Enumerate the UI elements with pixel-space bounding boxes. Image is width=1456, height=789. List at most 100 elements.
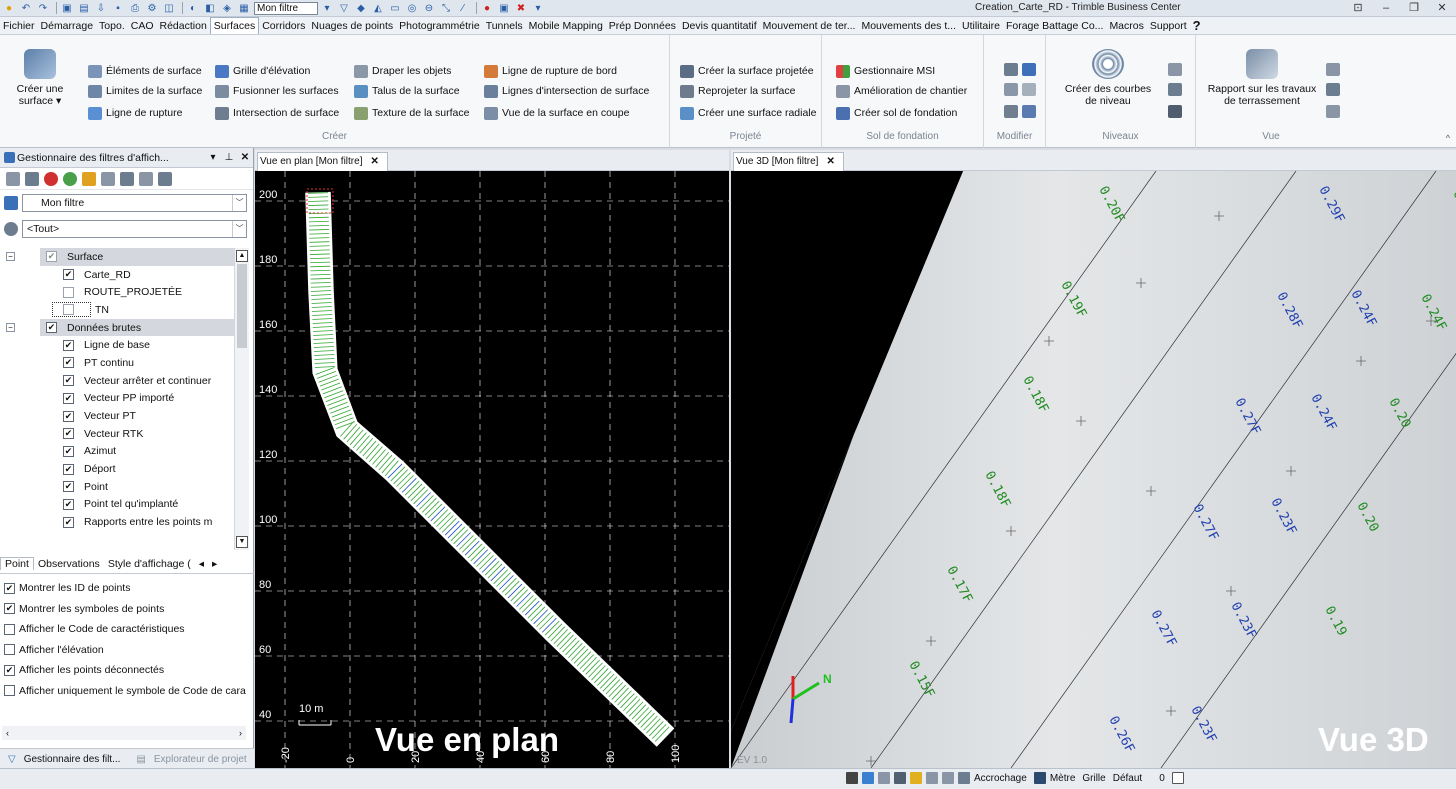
creer-surface-radiale-button[interactable]: Créer une surface radiale xyxy=(680,105,816,121)
option-show-elevation[interactable]: Afficher l'élévation xyxy=(0,640,254,661)
checkbox[interactable] xyxy=(63,463,74,475)
grid-label[interactable]: Grille xyxy=(1082,773,1105,784)
option-show-disconnected-points[interactable]: Afficher les points déconnectés xyxy=(0,660,254,681)
grid-icon[interactable] xyxy=(910,772,922,784)
display-filter-icon[interactable] xyxy=(139,171,153,186)
tree-item[interactable]: Vecteur arrêter et continuer xyxy=(0,372,234,390)
checkbox[interactable] xyxy=(63,304,74,316)
redo-icon[interactable]: ↷ xyxy=(36,1,50,15)
checkbox[interactable] xyxy=(63,286,74,298)
create-surface-button[interactable]: Créer une surface ▾ xyxy=(8,49,72,107)
checkbox[interactable] xyxy=(4,664,15,676)
scope-combo[interactable]: <Tout> ﹀ xyxy=(22,220,247,238)
tab-prev-icon[interactable]: ◂ xyxy=(195,558,208,570)
plan-view-canvas[interactable]: 200 180 160 140 120 100 80 60 40 -20 0 20 40 60 80 100 … xyxy=(255,171,729,768)
point-filter-icon[interactable] xyxy=(63,171,77,186)
3d-view-canvas[interactable]: 0.20F 0.19F 0.18F 0.18F 0.17F 0.15F 0.29F 0.28F… xyxy=(731,171,1456,768)
checkbox[interactable] xyxy=(63,516,74,528)
units-label[interactable]: Mètre xyxy=(1050,773,1076,784)
checkbox[interactable] xyxy=(46,251,57,263)
settings-gear-icon[interactable]: ⚙ xyxy=(145,1,159,15)
contour-tool-3-icon[interactable] xyxy=(1168,105,1182,118)
snap-layer-icon[interactable] xyxy=(894,772,906,784)
edit-filter-icon[interactable] xyxy=(25,171,39,186)
close-red-icon[interactable]: ✖ xyxy=(514,1,528,15)
checkbox[interactable] xyxy=(4,603,15,615)
panel-menu-icon[interactable]: ▾ xyxy=(205,152,221,163)
menu-nuages-de-points[interactable]: Nuages de points xyxy=(308,17,396,34)
sheet-icon[interactable]: ▭ xyxy=(388,1,402,15)
road-outline[interactable] xyxy=(305,191,675,747)
3d-view-icon[interactable]: ◈ xyxy=(220,1,234,15)
minimize-icon[interactable]: – xyxy=(1372,0,1400,17)
view-tool-2-icon[interactable] xyxy=(1326,83,1340,96)
checkbox[interactable] xyxy=(46,322,57,334)
3d-view-tab[interactable]: Vue 3D [Mon filtre] ✕ xyxy=(733,152,844,171)
filter-settings-icon[interactable] xyxy=(158,171,172,186)
elements-de-surface-button[interactable]: Éléments de surface xyxy=(88,63,202,79)
line-icon[interactable]: ⁄ xyxy=(456,1,470,15)
reprojeter-surface-button[interactable]: Reprojeter la surface xyxy=(680,83,795,99)
tab-project-explorer[interactable]: ▤ Explorateur de projet xyxy=(128,754,254,765)
tab-style-affichage[interactable]: Style d'affichage ( xyxy=(104,558,195,570)
tree-item[interactable]: PT continu xyxy=(0,354,234,372)
plan-view-icon[interactable]: ◧ xyxy=(203,1,217,15)
draper-objets-button[interactable]: Draper les objets xyxy=(354,63,451,79)
menu-forage-battage[interactable]: Forage Battage Co... xyxy=(1003,17,1106,34)
filter-manager-icon[interactable]: ◐ xyxy=(186,1,200,15)
modify-tool-5-icon[interactable] xyxy=(1004,105,1018,118)
snap-surface-icon[interactable] xyxy=(878,772,890,784)
menu-demarrage[interactable]: Démarrage xyxy=(38,17,97,34)
surface-icon[interactable]: ◭ xyxy=(371,1,385,15)
customize-qat-icon[interactable]: ▾ xyxy=(531,1,545,15)
ligne-de-rupture-button[interactable]: Ligne de rupture xyxy=(88,105,182,121)
tab-next-icon[interactable]: ▸ xyxy=(208,558,221,570)
scroll-down-icon[interactable]: ▼ xyxy=(236,536,248,548)
snap-label[interactable]: Accrochage xyxy=(974,773,1027,784)
restore-ribbon-icon[interactable]: ⊡ xyxy=(1344,0,1372,17)
modify-tool-4-icon[interactable] xyxy=(1022,83,1036,96)
road-surface[interactable] xyxy=(305,188,675,747)
3d-drawing[interactable]: 0.20F0.19F0.18F0.18F0.17F0.15F0.29F0.28F… xyxy=(731,171,1456,768)
chevron-down-icon[interactable]: ﹀ xyxy=(232,221,246,237)
vue-surface-coupe-button[interactable]: Vue de la surface en coupe xyxy=(484,105,629,121)
tree-item[interactable]: Rapports entre les points m xyxy=(0,513,234,531)
tab-filter-manager[interactable]: ▽ Gestionnaire des filt... xyxy=(0,754,128,765)
selection-icon[interactable] xyxy=(1171,772,1184,784)
tree-group-donnees-brutes[interactable]: − Données brutes xyxy=(6,318,234,337)
scroll-thumb[interactable] xyxy=(237,264,247,348)
tree-item[interactable]: Vecteur PP importé xyxy=(0,390,234,408)
ortho-icon[interactable] xyxy=(958,772,970,784)
scroll-left-icon[interactable]: ‹ xyxy=(6,726,9,740)
3d-view[interactable]: Vue 3D [Mon filtre] ✕ 0.20F 0.19F 0.18F 0.18… xyxy=(731,150,1456,768)
earthwork-report-button[interactable]: Rapport sur les travaux de terrassement xyxy=(1200,49,1324,107)
object-filter-icon[interactable] xyxy=(120,171,134,186)
display-icon[interactable]: ▣ xyxy=(497,1,511,15)
contour-tool-1-icon[interactable] xyxy=(1168,63,1182,76)
menu-utilitaire[interactable]: Utilitaire xyxy=(959,17,1003,34)
lignes-intersection-surface-button[interactable]: Lignes d'intersection de surface xyxy=(484,83,649,99)
point-icon[interactable]: ◆ xyxy=(354,1,368,15)
menu-corridors[interactable]: Corridors xyxy=(259,17,308,34)
image-view-icon[interactable]: ▦ xyxy=(237,1,251,15)
new-filter-icon[interactable] xyxy=(6,171,20,186)
tree-item[interactable]: ROUTE_PROJETÉE xyxy=(0,283,234,301)
surface-filter-icon[interactable] xyxy=(101,171,115,186)
menu-mouvements-des-terres[interactable]: Mouvements des t... xyxy=(858,17,959,34)
creer-surface-projetee-button[interactable]: Créer la surface projetée xyxy=(680,63,814,79)
plan-view-tab[interactable]: Vue en plan [Mon filtre] ✕ xyxy=(257,152,388,171)
tree-item[interactable]: Vecteur RTK xyxy=(0,425,234,443)
grille-elevation-button[interactable]: Grille d'élévation xyxy=(215,63,310,79)
checkbox[interactable] xyxy=(4,582,15,594)
tree-scrollbar[interactable]: ▲ ▼ xyxy=(234,248,249,550)
scroll-right-icon[interactable]: › xyxy=(239,726,242,740)
modify-tool-1-icon[interactable] xyxy=(1004,63,1018,76)
default-label[interactable]: Défaut xyxy=(1113,773,1142,784)
checkbox[interactable] xyxy=(63,410,74,422)
app-logo-icon[interactable]: ● xyxy=(2,1,16,15)
checkbox[interactable] xyxy=(63,498,74,510)
texture-surface-button[interactable]: Texture de la surface xyxy=(354,105,469,121)
filter-select[interactable]: Mon filtre xyxy=(254,1,318,15)
plan-drawing[interactable]: 200180160140120100806040-20 0 20 40 60 80 100 … xyxy=(255,171,729,768)
menu-fichier[interactable]: Fichier xyxy=(0,17,38,34)
